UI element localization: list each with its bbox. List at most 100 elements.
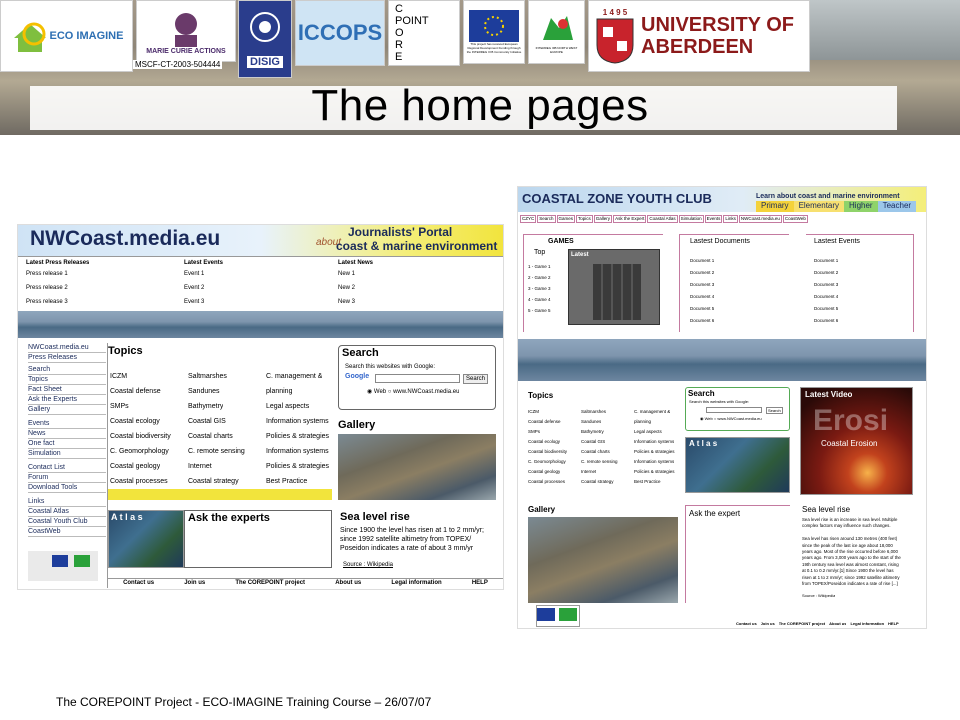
footer-link[interactable]: Join us [184, 579, 205, 588]
topic-link[interactable]: C. Geomorphology [110, 447, 169, 456]
topic-link[interactable]: C. management & [266, 372, 322, 381]
footer-link[interactable]: About us [335, 579, 361, 588]
nav-item[interactable]: Forum [28, 473, 106, 484]
topic-link[interactable]: planning [266, 387, 292, 396]
r-search-options[interactable]: ◉ Web ○ www.NWCoast.media.eu [700, 416, 762, 421]
list-item[interactable]: Document 1 [814, 255, 838, 267]
topic-link[interactable]: Coastal GIS [581, 439, 605, 445]
topic-link[interactable]: Best Practice [266, 477, 307, 486]
list-item[interactable]: 1 - Game 1 [528, 261, 551, 272]
topic-link[interactable]: Coastal biodiversity [110, 432, 171, 441]
topic-link[interactable]: Legal aspects [266, 402, 309, 411]
topic-link[interactable]: Policies & strategies [634, 469, 675, 475]
list-item[interactable]: 4 - Game 4 [528, 294, 551, 305]
topic-link[interactable]: Coastal biodiversity [528, 449, 567, 455]
nav-item[interactable]: NWCoast.media.eu [738, 215, 782, 224]
topic-link[interactable]: Information systems [266, 417, 329, 426]
topic-link[interactable]: Bathymetry [188, 402, 223, 411]
level-tab[interactable]: Higher [844, 201, 878, 212]
list-item[interactable]: 2 - Game 2 [528, 272, 551, 283]
column-item[interactable]: New 2 [338, 284, 355, 292]
nav-item[interactable]: Simulation [678, 215, 704, 224]
gallery-photo[interactable] [338, 434, 496, 500]
footer-link[interactable]: HELP [888, 621, 899, 626]
topic-link[interactable]: C. remote sensing [188, 447, 245, 456]
nav-item[interactable]: Fact Sheet [28, 385, 106, 396]
nav-item[interactable]: Coastal Atlas [647, 215, 678, 224]
topic-link[interactable]: Policies & strategies [266, 462, 329, 471]
nav-item[interactable]: Topics [28, 375, 106, 386]
topic-link[interactable]: Coastal geology [110, 462, 160, 471]
list-item[interactable]: Document 3 [814, 279, 838, 291]
footer-link[interactable]: Contact us [736, 621, 757, 626]
r-sea-source[interactable]: Source : Wikipedia [802, 593, 835, 598]
topic-link[interactable]: Information systems [634, 439, 674, 445]
topic-link[interactable]: Coastal geology [528, 469, 560, 475]
topic-link[interactable]: Saltmarshes [188, 372, 227, 381]
topic-link[interactable]: Coastal defense [528, 419, 561, 425]
list-item[interactable]: Document 1 [690, 255, 714, 267]
topic-link[interactable]: C. remote sensing [581, 459, 618, 465]
r-ask-box[interactable]: Ask the expert [685, 505, 790, 603]
topic-link[interactable]: Coastal strategy [581, 479, 614, 485]
topic-link[interactable]: Coastal charts [581, 449, 610, 455]
list-item[interactable]: Document 3 [690, 279, 714, 291]
footer-link[interactable]: HELP [472, 579, 488, 588]
column-item[interactable]: New 3 [338, 298, 355, 306]
nav-item[interactable]: NWCoast.media.eu [28, 343, 106, 354]
list-item[interactable]: Document 5 [814, 303, 838, 315]
topic-link[interactable]: Policies & strategies [634, 449, 675, 455]
topic-link[interactable]: ICZM [110, 372, 127, 381]
column-item[interactable]: Press release 1 [26, 270, 68, 278]
footer-link[interactable]: Contact us [123, 579, 154, 588]
nav-item[interactable]: Games [556, 215, 576, 224]
topic-link[interactable]: Sandunes [188, 387, 220, 396]
list-item[interactable]: Document 2 [814, 267, 838, 279]
topic-link[interactable]: Coastal charts [188, 432, 233, 441]
nav-item[interactable]: Coastal Youth Club [28, 517, 106, 528]
topic-link[interactable]: Sandunes [581, 419, 601, 425]
nav-item[interactable]: One fact [28, 439, 106, 450]
column-item[interactable]: Event 3 [184, 298, 204, 306]
nav-item[interactable]: Topics [576, 215, 593, 224]
topic-link[interactable]: Information systems [266, 447, 329, 456]
nav-item[interactable]: Press Releases [28, 353, 106, 364]
atlas-map[interactable]: A t l a s [108, 510, 184, 568]
topic-link[interactable]: Coastal ecology [110, 417, 160, 426]
nav-item[interactable]: Contact List [28, 463, 106, 474]
r-search-button[interactable]: Search [766, 407, 783, 415]
topic-link[interactable]: C. Geomorphology [528, 459, 566, 465]
list-item[interactable]: 5 - Game 5 [528, 305, 551, 316]
sea-source[interactable]: Source : Wikipedia [343, 561, 393, 569]
topic-link[interactable]: Coastal processes [528, 479, 565, 485]
footer-link[interactable]: Legal information [391, 579, 441, 588]
topic-link[interactable]: Policies & strategies [266, 432, 329, 441]
topic-link[interactable]: Saltmarshes [581, 409, 606, 415]
column-item[interactable]: New 1 [338, 270, 355, 278]
game-screenshot[interactable]: Latest [568, 249, 660, 325]
list-item[interactable]: Document 6 [814, 315, 838, 327]
list-item[interactable]: Document 5 [690, 303, 714, 315]
nav-item[interactable]: CZYC [520, 215, 537, 224]
list-item[interactable]: Document 4 [690, 291, 714, 303]
topic-link[interactable]: C. management & [634, 409, 670, 415]
nav-item[interactable]: CoastWeb [782, 215, 808, 224]
list-item[interactable]: Document 4 [814, 291, 838, 303]
nav-item[interactable]: Events [704, 215, 723, 224]
footer-link[interactable]: Legal information [850, 621, 884, 626]
search-options[interactable]: ◉ Web ○ www.NWCoast.media.eu [367, 388, 459, 396]
nav-item[interactable]: Search [28, 365, 106, 376]
topic-link[interactable]: Bathymetry [581, 429, 604, 435]
video-panel[interactable]: Latest Video Erosi Coastal Erosion [800, 387, 913, 495]
level-tab[interactable]: Teacher [877, 201, 917, 212]
topic-link[interactable]: planning [634, 419, 651, 425]
nav-item[interactable]: News [28, 429, 106, 440]
column-item[interactable]: Event 2 [184, 284, 204, 292]
nav-item[interactable]: Download Tools [28, 483, 106, 494]
footer-link[interactable]: About us [829, 621, 846, 626]
column-item[interactable]: Event 1 [184, 270, 204, 278]
topic-link[interactable]: Internet [581, 469, 596, 475]
nav-item[interactable]: Coastal Atlas [28, 507, 106, 518]
r-gallery-photo[interactable] [528, 517, 678, 603]
list-item[interactable]: Document 6 [690, 315, 714, 327]
